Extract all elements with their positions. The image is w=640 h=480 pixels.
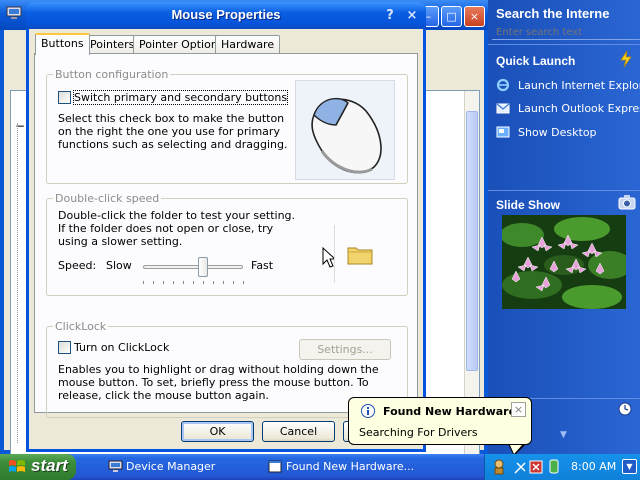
tab-panel-buttons: Button configuration Switch primary and … [34,53,418,418]
desktop-sidebar: Search the Interne Quick Launch Launch I… [488,0,640,454]
help-icon[interactable]: ? [380,6,400,26]
slider-tick [233,281,234,284]
switch-buttons-label[interactable]: Switch primary and secondary buttons [72,90,289,105]
network-icon[interactable] [513,459,527,475]
clicklock-settings-button[interactable]: Settings... [299,339,391,360]
slider-tick [243,281,244,284]
mouse-properties-dialog: Mouse Properties ? × Buttons Pointers Po… [26,2,426,452]
balloon-title: Found New Hardware [383,405,517,418]
tree-lines [17,123,18,443]
chevron-down-icon[interactable]: ▼ [560,430,567,440]
group-legend: Double-click speed [53,192,162,205]
group-legend: Button configuration [53,68,171,81]
slider-tick [193,281,194,284]
balloon-close-icon[interactable]: × [511,402,526,417]
test-folder-area[interactable] [334,225,392,283]
double-click-description: Double-click the folder to test your set… [58,209,296,248]
windows-logo-icon [9,460,25,472]
slider-tick [223,281,224,284]
safely-remove-icon[interactable] [547,458,561,475]
slide-show-title: Slide Show [496,198,561,212]
scrollbar-thumb[interactable] [466,111,478,371]
slider-tick [143,281,144,284]
found-hardware-balloon[interactable]: Found New Hardware Searching For Drivers… [348,397,532,445]
clicklock-label[interactable]: Turn on ClickLock [74,341,169,354]
ok-button[interactable]: OK [181,421,254,442]
computer-icon [108,460,123,472]
folder-icon[interactable] [347,245,373,265]
taskbar-button-device-manager[interactable]: Device Manager [106,456,256,478]
taskbar: start Device Manager Found New Hardware.… [0,454,640,480]
slider-tick [173,281,174,284]
mouse-icon [311,97,382,174]
speed-label: Speed: [58,259,97,272]
quick-launch-label: Launch Outlook Express [518,102,640,115]
mouse-image [295,80,395,180]
close-icon[interactable]: × [464,6,485,27]
button-config-description: Select this check box to make the button… [58,112,288,151]
computer-icon [6,6,22,19]
system-tray: 8:00 AM [484,454,640,480]
quick-launch-label: Show Desktop [518,126,597,139]
info-icon [361,404,375,418]
slide-show-image[interactable] [502,215,626,309]
search-input[interactable] [492,26,640,40]
internet-explorer-icon [496,78,510,92]
quick-launch-label: Launch Internet Explore [518,79,640,92]
lightning-icon [620,50,632,68]
taskbar-button-found-new-hardware[interactable]: Found New Hardware... [266,456,426,478]
slider-tick [203,281,204,284]
group-legend: ClickLock [53,320,109,333]
outlook-express-icon [496,103,510,114]
dialog-title: Mouse Properties [171,7,281,22]
slider-tick [163,281,164,284]
clicklock-description: Enables you to highlight or drag without… [58,363,379,402]
chevron-down-icon[interactable]: ▼ [622,459,637,474]
fast-label: Fast [251,259,274,272]
taskbar-button-label: Found New Hardware... [286,460,415,473]
tab-hardware[interactable]: Hardware [215,35,281,54]
taskbar-button-label: Device Manager [126,460,216,473]
dialog-body: Buttons Pointers Pointer Options Hardwar… [29,29,423,449]
tab-buttons[interactable]: Buttons [35,33,90,55]
separator [488,190,640,191]
search-title: Search the Interne [496,6,610,21]
water-lilies-image [502,215,626,309]
security-alert-icon[interactable] [529,460,543,474]
hardware-icon[interactable] [491,458,507,475]
window-icon [268,460,282,473]
separator [488,44,640,45]
slider-tick [183,281,184,284]
camera-icon[interactable] [618,194,636,210]
start-label: start [31,456,68,475]
double-click-speed-group: Double-click speed Double-click the fold… [46,192,408,296]
button-configuration-group: Button configuration Switch primary and … [46,68,408,184]
slider-tick [153,281,154,284]
clock-icon[interactable] [618,402,632,416]
tab-pointers[interactable]: Pointers [84,35,141,54]
maximize-icon[interactable]: □ [441,6,462,27]
slow-label: Slow [106,259,132,272]
cancel-button[interactable]: Cancel [262,421,335,442]
quick-launch-title: Quick Launch [496,54,576,68]
clicklock-checkbox[interactable] [58,341,71,354]
dialog-titlebar[interactable]: Mouse Properties ? × [26,2,426,29]
speed-slider-track[interactable] [143,265,243,269]
show-desktop-icon [496,126,510,138]
close-icon[interactable]: × [402,6,422,26]
balloon-message: Searching For Drivers [359,426,478,439]
clock[interactable]: 8:00 AM [571,460,616,473]
start-button[interactable]: start [0,454,76,480]
slider-tick [213,281,214,284]
switch-buttons-checkbox[interactable] [58,91,71,104]
speed-slider-thumb[interactable] [198,257,208,277]
